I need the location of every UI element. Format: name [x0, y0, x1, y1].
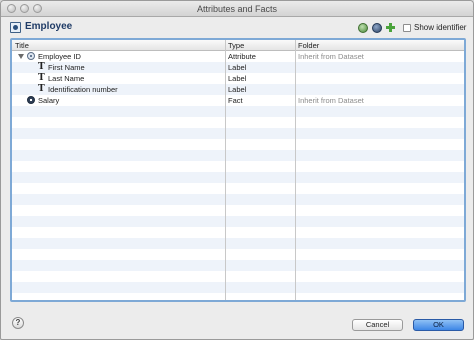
cancel-button[interactable]: Cancel — [352, 319, 403, 331]
attributes-facts-table: Title Type Folder Employee ID Attribute … — [10, 38, 466, 302]
row-type: Label — [228, 85, 247, 94]
entity-title: Employee — [25, 21, 73, 32]
show-identifier-checkbox[interactable] — [403, 24, 411, 32]
dialog-header: Employee Show identifier — [1, 17, 473, 37]
attribute-icon — [27, 52, 35, 60]
add-attribute-icon[interactable] — [358, 23, 368, 33]
row-title: Employee ID — [38, 52, 81, 61]
dialog-window: Attributes and Facts Employee Show ident… — [0, 0, 474, 340]
expand-triangle-icon[interactable] — [18, 54, 24, 59]
column-header-type[interactable]: Type — [228, 41, 244, 50]
column-header-folder[interactable]: Folder — [298, 41, 319, 50]
show-identifier-label[interactable]: Show identifier — [414, 23, 466, 32]
column-separator[interactable] — [295, 40, 296, 300]
row-type: Fact — [228, 96, 243, 105]
table-row[interactable]: Employee ID Attribute Inherit from Datas… — [12, 51, 464, 62]
label-icon: T — [38, 73, 45, 83]
table-body: Employee ID Attribute Inherit from Datas… — [12, 51, 464, 300]
row-type: Label — [228, 63, 247, 72]
add-fact-icon[interactable] — [372, 23, 382, 33]
row-type: Attribute — [228, 52, 256, 61]
fact-icon — [27, 96, 35, 104]
add-label-icon[interactable] — [386, 23, 395, 32]
column-header-title[interactable]: Title — [15, 41, 29, 50]
table-row[interactable]: Salary Fact Inherit from Dataset — [12, 95, 464, 106]
row-type: Label — [228, 74, 247, 83]
row-title: Identification number — [48, 85, 118, 94]
row-folder: Inherit from Dataset — [298, 52, 364, 61]
dataset-icon — [10, 22, 21, 33]
window-title: Attributes and Facts — [196, 4, 278, 14]
table-header: Title Type Folder — [12, 40, 464, 51]
label-icon: T — [38, 62, 45, 72]
table-row[interactable]: T First Name Label — [12, 62, 464, 73]
column-separator[interactable] — [225, 40, 226, 300]
row-folder: Inherit from Dataset — [298, 96, 364, 105]
label-icon: T — [38, 84, 45, 94]
row-title: Salary — [38, 96, 60, 105]
row-title: First Name — [48, 63, 85, 72]
table-row[interactable]: T Last Name Label — [12, 73, 464, 84]
help-icon[interactable]: ? — [12, 317, 24, 329]
table-row[interactable]: T Identification number Label — [12, 84, 464, 95]
title-bar[interactable]: Attributes and Facts — [1, 1, 473, 17]
row-title: Last Name — [48, 74, 85, 83]
ok-button[interactable]: OK — [413, 319, 464, 331]
